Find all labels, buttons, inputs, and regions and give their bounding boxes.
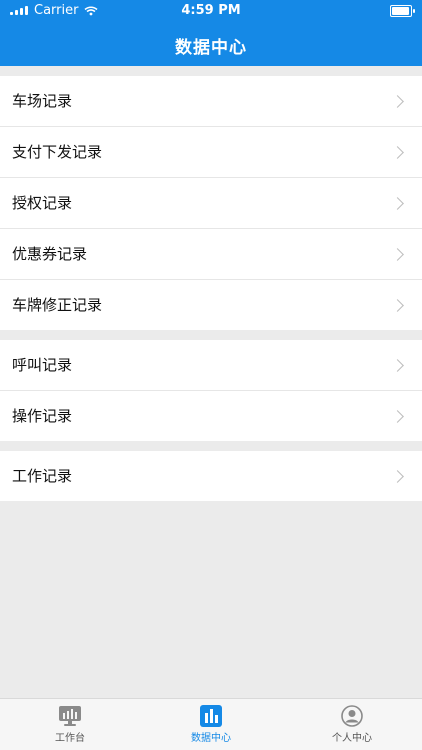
menu-row-plate-correction-records[interactable]: 车牌修正记录 <box>0 280 422 330</box>
tab-bar: 工作台 数据中心 个人中心 <box>0 698 422 750</box>
desk-monitor-icon <box>57 705 83 727</box>
menu-row-label: 呼叫记录 <box>12 356 73 374</box>
menu-row-payment-records[interactable]: 支付下发记录 <box>0 127 422 178</box>
tab-label: 数据中心 <box>191 733 231 744</box>
menu-row-call-records[interactable]: 呼叫记录 <box>0 340 422 391</box>
page-title: 数据中心 <box>175 38 247 58</box>
menu-group-3: 工作记录 <box>0 451 422 501</box>
menu-row-operation-records[interactable]: 操作记录 <box>0 391 422 441</box>
chevron-right-icon <box>391 470 404 483</box>
menu-row-work-records[interactable]: 工作记录 <box>0 451 422 501</box>
menu-row-authorization-records[interactable]: 授权记录 <box>0 178 422 229</box>
menu-row-label: 车牌修正记录 <box>12 296 103 314</box>
chevron-right-icon <box>391 146 404 159</box>
tab-profile[interactable]: 个人中心 <box>282 705 422 744</box>
menu-row-coupon-records[interactable]: 优惠券记录 <box>0 229 422 280</box>
menu-group-2: 呼叫记录 操作记录 <box>0 340 422 441</box>
menu-list: 车场记录 支付下发记录 授权记录 优惠券记录 车牌修正记录 呼叫记录 操作记录 <box>0 66 422 699</box>
status-time: 4:59 PM <box>181 3 241 18</box>
menu-group-1: 车场记录 支付下发记录 授权记录 优惠券记录 车牌修正记录 <box>0 76 422 330</box>
bar-chart-icon <box>198 705 224 727</box>
menu-row-label: 车场记录 <box>12 92 73 110</box>
group-separator <box>0 66 422 76</box>
chevron-right-icon <box>391 95 404 108</box>
user-icon <box>339 705 365 727</box>
navigation-bar: Carrier 4:59 PM 数据中心 <box>0 0 422 66</box>
tab-workbench[interactable]: 工作台 <box>0 705 140 744</box>
tab-label: 工作台 <box>55 733 85 744</box>
chevron-right-icon <box>391 197 404 210</box>
chevron-right-icon <box>391 410 404 423</box>
menu-row-label: 支付下发记录 <box>12 143 103 161</box>
menu-row-label: 工作记录 <box>12 467 73 485</box>
chevron-right-icon <box>391 359 404 372</box>
chevron-right-icon <box>391 248 404 261</box>
tab-data-center[interactable]: 数据中心 <box>141 705 281 744</box>
group-separator <box>0 441 422 451</box>
menu-row-label: 授权记录 <box>12 194 73 212</box>
tab-label: 个人中心 <box>332 733 372 744</box>
chevron-right-icon <box>391 299 404 312</box>
menu-row-label: 操作记录 <box>12 407 73 425</box>
status-bar: Carrier 4:59 PM <box>0 0 422 22</box>
menu-row-parking-records[interactable]: 车场记录 <box>0 76 422 127</box>
group-separator <box>0 330 422 340</box>
menu-row-label: 优惠券记录 <box>12 245 88 263</box>
battery-icon <box>390 5 415 17</box>
